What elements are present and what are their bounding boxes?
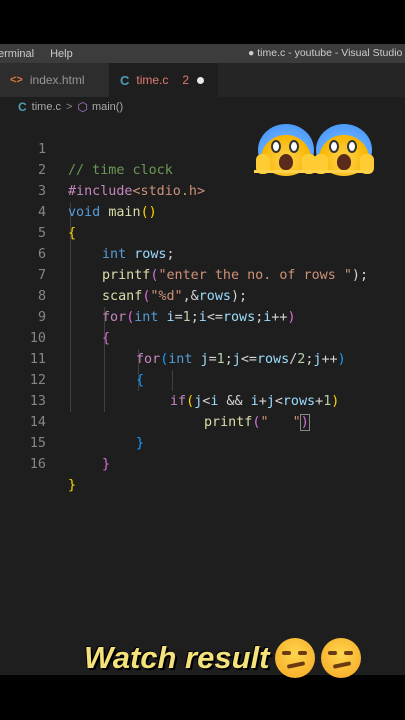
screaming-face-icon [256,124,316,176]
smirk-face-icon [321,638,362,678]
problems-badge: 2 [182,73,190,87]
menu-terminal[interactable]: erminal [0,48,34,60]
sticker-underline [254,170,372,173]
breadcrumb-file[interactable]: time.c [32,101,61,113]
menu-bar: erminal Help ● time.c - youtube - Visual… [0,44,405,63]
c-icon: C [120,72,130,88]
code-text: } [102,454,110,475]
tab-label: index.html [29,73,85,87]
window-title: ● time.c - youtube - Visual Studio [248,47,403,59]
code-line: 8 for(int i=1;i<=rows;i++) [0,265,405,325]
code-line: 5 int rows; [0,202,405,262]
screaming-emoji-sticker [254,124,374,180]
menu-help[interactable]: Help [50,48,73,60]
video-bottom-bar [0,675,405,720]
code-line: 15 } [0,412,405,472]
video-caption: Watch result [84,636,362,680]
tab-bar-empty [218,63,405,97]
function-cube-icon: ⬡ [77,100,88,114]
breadcrumb: C time.c > ⬡ main() [0,97,405,117]
code-line: 16 } [0,433,405,493]
code-text: } [68,475,76,496]
c-icon: C [18,100,27,114]
code-line: 11 { [0,328,405,388]
bracket-token: } [68,478,77,493]
screaming-face-icon [314,124,374,176]
code-line: 10 for(int j=1;j<=rows/2;j++) [0,307,405,367]
caption-text: Watch result [84,640,270,675]
line-number: 16 [29,457,46,472]
code-line: 13 printf(" ") [0,370,405,431]
code-line: 12 if(j<i && i+j<rows+1) [0,349,405,409]
code-line: 9 { [0,286,405,346]
breadcrumb-symbol[interactable]: main() [92,101,123,113]
smirk-face-icon [275,638,316,678]
code-editor[interactable]: 1 // time clock 2 #include<stdio.h> 3 vo… [0,117,405,675]
tab-index-html[interactable]: <> index.html [0,63,110,97]
chevron-right-icon: > [66,101,73,113]
tab-label: time.c [136,73,169,87]
code-line: 4 { [0,181,405,241]
editor-tab-bar: <> index.html C time.c 2 [0,63,405,97]
html-icon: <> [10,74,23,86]
video-top-bar [0,0,405,44]
code-line: 7 scanf("%d",&rows); [0,244,405,304]
code-line: 14 } [0,391,405,451]
unsaved-dot-icon[interactable] [197,76,205,84]
code-line: 6 printf("enter the no. of rows "); [0,223,405,283]
tab-time-c[interactable]: C time.c 2 [110,63,218,97]
bracket-token: } [102,457,111,472]
